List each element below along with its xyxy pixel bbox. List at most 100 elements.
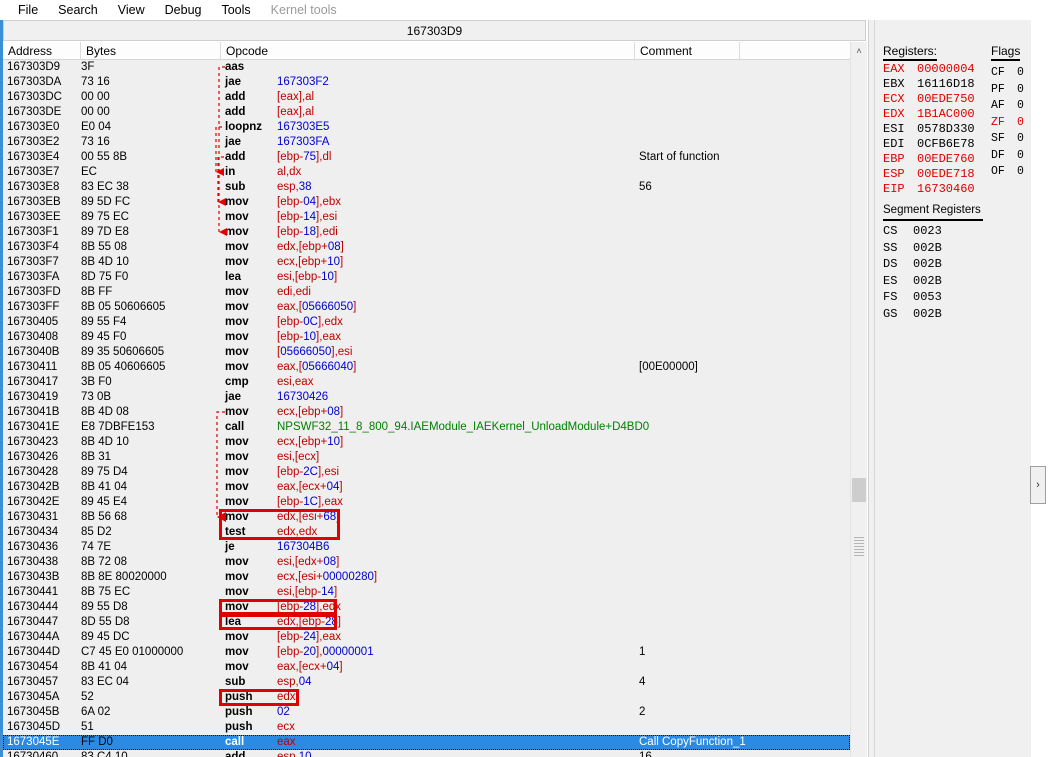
segment-register-ss[interactable]: SS002B	[883, 240, 942, 257]
disassembly-row[interactable]: 1673044A89 45 DCmov[ebp-24],eax	[3, 630, 850, 645]
disassembly-scrollbar[interactable]: ˄	[850, 42, 867, 757]
disassembly-row[interactable]: 167303E273 16jae167303FA	[3, 135, 850, 150]
register-ebx[interactable]: EBX16116D18	[883, 77, 975, 92]
disassembly-row[interactable]: 1673043B8B 8E 80020000movecx,[esi+000002…	[3, 570, 850, 585]
register-edx[interactable]: EDX1B1AC000	[883, 107, 975, 122]
disassembly-row[interactable]: 167304238B 4D 10movecx,[ebp+10]	[3, 435, 850, 450]
flag-value-list[interactable]: CF0PF0AF0ZF0SF0DF0OF0	[991, 65, 1024, 181]
register-ecx[interactable]: ECX00EDE750	[883, 92, 975, 107]
disassembly-row[interactable]: 1673041EE8 7DBFE153callNPSWF32_11_8_800_…	[3, 420, 850, 435]
column-header-address[interactable]: Address	[3, 42, 81, 60]
disassembly-row[interactable]: 1673040B89 35 50606605mov[05666050],esi	[3, 345, 850, 360]
disassembly-row[interactable]: 167304548B 41 04moveax,[ecx+04]	[3, 660, 850, 675]
register-edi[interactable]: EDI0CFB6E78	[883, 137, 975, 152]
register-esi[interactable]: ESI0578D330	[883, 122, 975, 137]
register-value: 00EDE718	[917, 167, 975, 181]
disassembly-row[interactable]: 1673042E89 45 E4mov[ebp-1C],eax	[3, 495, 850, 510]
segment-register-ds[interactable]: DS002B	[883, 256, 942, 273]
disassembly-row[interactable]: 1673040589 55 F4mov[ebp-0C],edx	[3, 315, 850, 330]
flag-pf[interactable]: PF0	[991, 82, 1024, 99]
column-header-bytes[interactable]: Bytes	[81, 42, 221, 60]
disassembly-row[interactable]: 1673045D51pushecx	[3, 720, 850, 735]
disassembly-row[interactable]: 1673043674 7Eje167304B6	[3, 540, 850, 555]
disassembly-row[interactable]: 167303EB89 5D FCmov[ebp-04],ebx	[3, 195, 850, 210]
disassembly-row[interactable]: 1673042B8B 41 04moveax,[ecx+04]	[3, 480, 850, 495]
disassembly-row[interactable]: 1673043485 D2testedx,edx	[3, 525, 850, 540]
disassembly-row[interactable]: 167303DA73 16jae167303F2	[3, 75, 850, 90]
disassembly-row[interactable]: 167303DC00 00add[eax],al	[3, 90, 850, 105]
segment-register-cs[interactable]: CS0023	[883, 223, 942, 240]
disassembly-row[interactable]: 167303F189 7D E8mov[ebp-18],edi	[3, 225, 850, 240]
row-mnemonic: mov	[225, 495, 277, 510]
disassembly-row[interactable]: 167303F48B 55 08movedx,[ebp+08]	[3, 240, 850, 255]
segment-name: SS	[883, 240, 913, 257]
flag-df[interactable]: DF0	[991, 148, 1024, 165]
column-header-comment[interactable]: Comment	[635, 42, 740, 60]
disassembly-row[interactable]: 1673040889 45 F0mov[ebp-10],eax	[3, 330, 850, 345]
disassembly-row[interactable]: 1673042889 75 D4mov[ebp-2C],esi	[3, 465, 850, 480]
disassembly-row[interactable]: 167304478D 55 D8leaedx,[ebp-28]	[3, 615, 850, 630]
flag-cf[interactable]: CF0	[991, 65, 1024, 82]
row-address: 1673041B	[7, 405, 81, 420]
menu-item-tools[interactable]: Tools	[211, 0, 260, 20]
disassembly-row[interactable]: 167303E0E0 04loopnz167303E5	[3, 120, 850, 135]
register-value: 1B1AC000	[917, 107, 975, 121]
disassembly-list[interactable]: 167303D93Faas167303DA73 16jae167303F2167…	[3, 60, 850, 757]
disassembly-row[interactable]: 1673045EFF D0calleaxCall CopyFunction_1	[3, 735, 850, 750]
disassembly-row[interactable]: 167304173B F0cmpesi,eax	[3, 375, 850, 390]
menu-item-view[interactable]: View	[108, 0, 155, 20]
segment-register-gs[interactable]: GS002B	[883, 306, 942, 323]
disassembly-row[interactable]: 167303F78B 4D 10movecx,[ebp+10]	[3, 255, 850, 270]
disassembly-row[interactable]: 167303E883 EC 38subesp,3856	[3, 180, 850, 195]
row-operands: eax,[05666050]	[277, 300, 356, 315]
disassembly-row[interactable]: 167303E7ECinal,dx	[3, 165, 850, 180]
disassembly-row[interactable]: 167303E400 55 8Badd[ebp-75],dlStart of f…	[3, 150, 850, 165]
disassembly-row[interactable]: 167304418B 75 ECmovesi,[ebp-14]	[3, 585, 850, 600]
disassembly-row[interactable]: 167303DE00 00add[eax],al	[3, 105, 850, 120]
menu-item-file[interactable]: File	[8, 0, 48, 20]
disassembly-row[interactable]: 167303FF8B 05 50606605moveax,[05666050]	[3, 300, 850, 315]
disassembly-row[interactable]: 167303FD8B FFmovedi,edi	[3, 285, 850, 300]
disassembly-row[interactable]: 1673044489 55 D8mov[ebp-28],edx	[3, 600, 850, 615]
register-ebp[interactable]: EBP00EDE760	[883, 152, 975, 167]
flag-zf[interactable]: ZF0	[991, 115, 1024, 132]
menu-item-debug[interactable]: Debug	[155, 0, 212, 20]
row-mnemonic: cmp	[225, 375, 277, 390]
register-value-list[interactable]: EAX00000004EBX16116D18ECX00EDE750EDX1B1A…	[883, 62, 975, 197]
disassembly-row[interactable]: 1673045B6A 02push022	[3, 705, 850, 720]
flag-of[interactable]: OF0	[991, 164, 1024, 181]
disassembly-row[interactable]: 167303FA8D 75 F0leaesi,[ebp-10]	[3, 270, 850, 285]
disassembly-row[interactable]: 167304118B 05 40606605moveax,[05666040][…	[3, 360, 850, 375]
column-header-extra[interactable]	[740, 42, 853, 60]
menu-item-search[interactable]: Search	[48, 0, 108, 20]
column-header-opcode[interactable]: Opcode	[221, 42, 635, 60]
row-address: 16730434	[7, 525, 81, 540]
menu-bar: FileSearchViewDebugToolsKernel tools	[0, 0, 1052, 20]
scrollbar-thumb[interactable]	[852, 478, 866, 502]
flag-sf[interactable]: SF0	[991, 131, 1024, 148]
disassembly-row[interactable]: 167304268B 31movesi,[ecx]	[3, 450, 850, 465]
segment-register-fs[interactable]: FS0053	[883, 289, 942, 306]
disassembly-row[interactable]: 1673045A52pushedx	[3, 690, 850, 705]
disassembly-row[interactable]: 167304388B 72 08movesi,[edx+08]	[3, 555, 850, 570]
disassembly-row[interactable]: 1673041B8B 4D 08movecx,[ebp+08]	[3, 405, 850, 420]
disassembly-row[interactable]: 167303D93Faas	[3, 60, 850, 75]
current-address-bar[interactable]: 167303D9	[3, 20, 866, 41]
register-eip[interactable]: EIP16730460	[883, 182, 975, 197]
flag-af[interactable]: AF0	[991, 98, 1024, 115]
row-operands: edi,edi	[277, 285, 311, 300]
disassembly-row[interactable]: 1673046083 C4 10addesp,1016	[3, 750, 850, 757]
expand-panel-button[interactable]: ›	[1030, 466, 1046, 504]
row-address: 167303F1	[7, 225, 81, 240]
segment-register-list[interactable]: CS0023SS002BDS002BES002BFS0053GS002B	[883, 223, 942, 322]
disassembly-row[interactable]: 167303EE89 75 ECmov[ebp-14],esi	[3, 210, 850, 225]
segment-register-es[interactable]: ES002B	[883, 273, 942, 290]
disassembly-row[interactable]: 1673044DC7 45 E0 01000000mov[ebp-20],000…	[3, 645, 850, 660]
register-eax[interactable]: EAX00000004	[883, 62, 975, 77]
disassembly-row[interactable]: 167304318B 56 68movedx,[esi+68]	[3, 510, 850, 525]
register-esp[interactable]: ESP00EDE718	[883, 167, 975, 182]
disassembly-row[interactable]: 1673041973 0Bjae16730426	[3, 390, 850, 405]
scroll-up-arrow-icon[interactable]: ˄	[851, 42, 867, 59]
disassembly-row[interactable]: 1673045783 EC 04subesp,044	[3, 675, 850, 690]
register-value: 00EDE760	[917, 152, 975, 166]
